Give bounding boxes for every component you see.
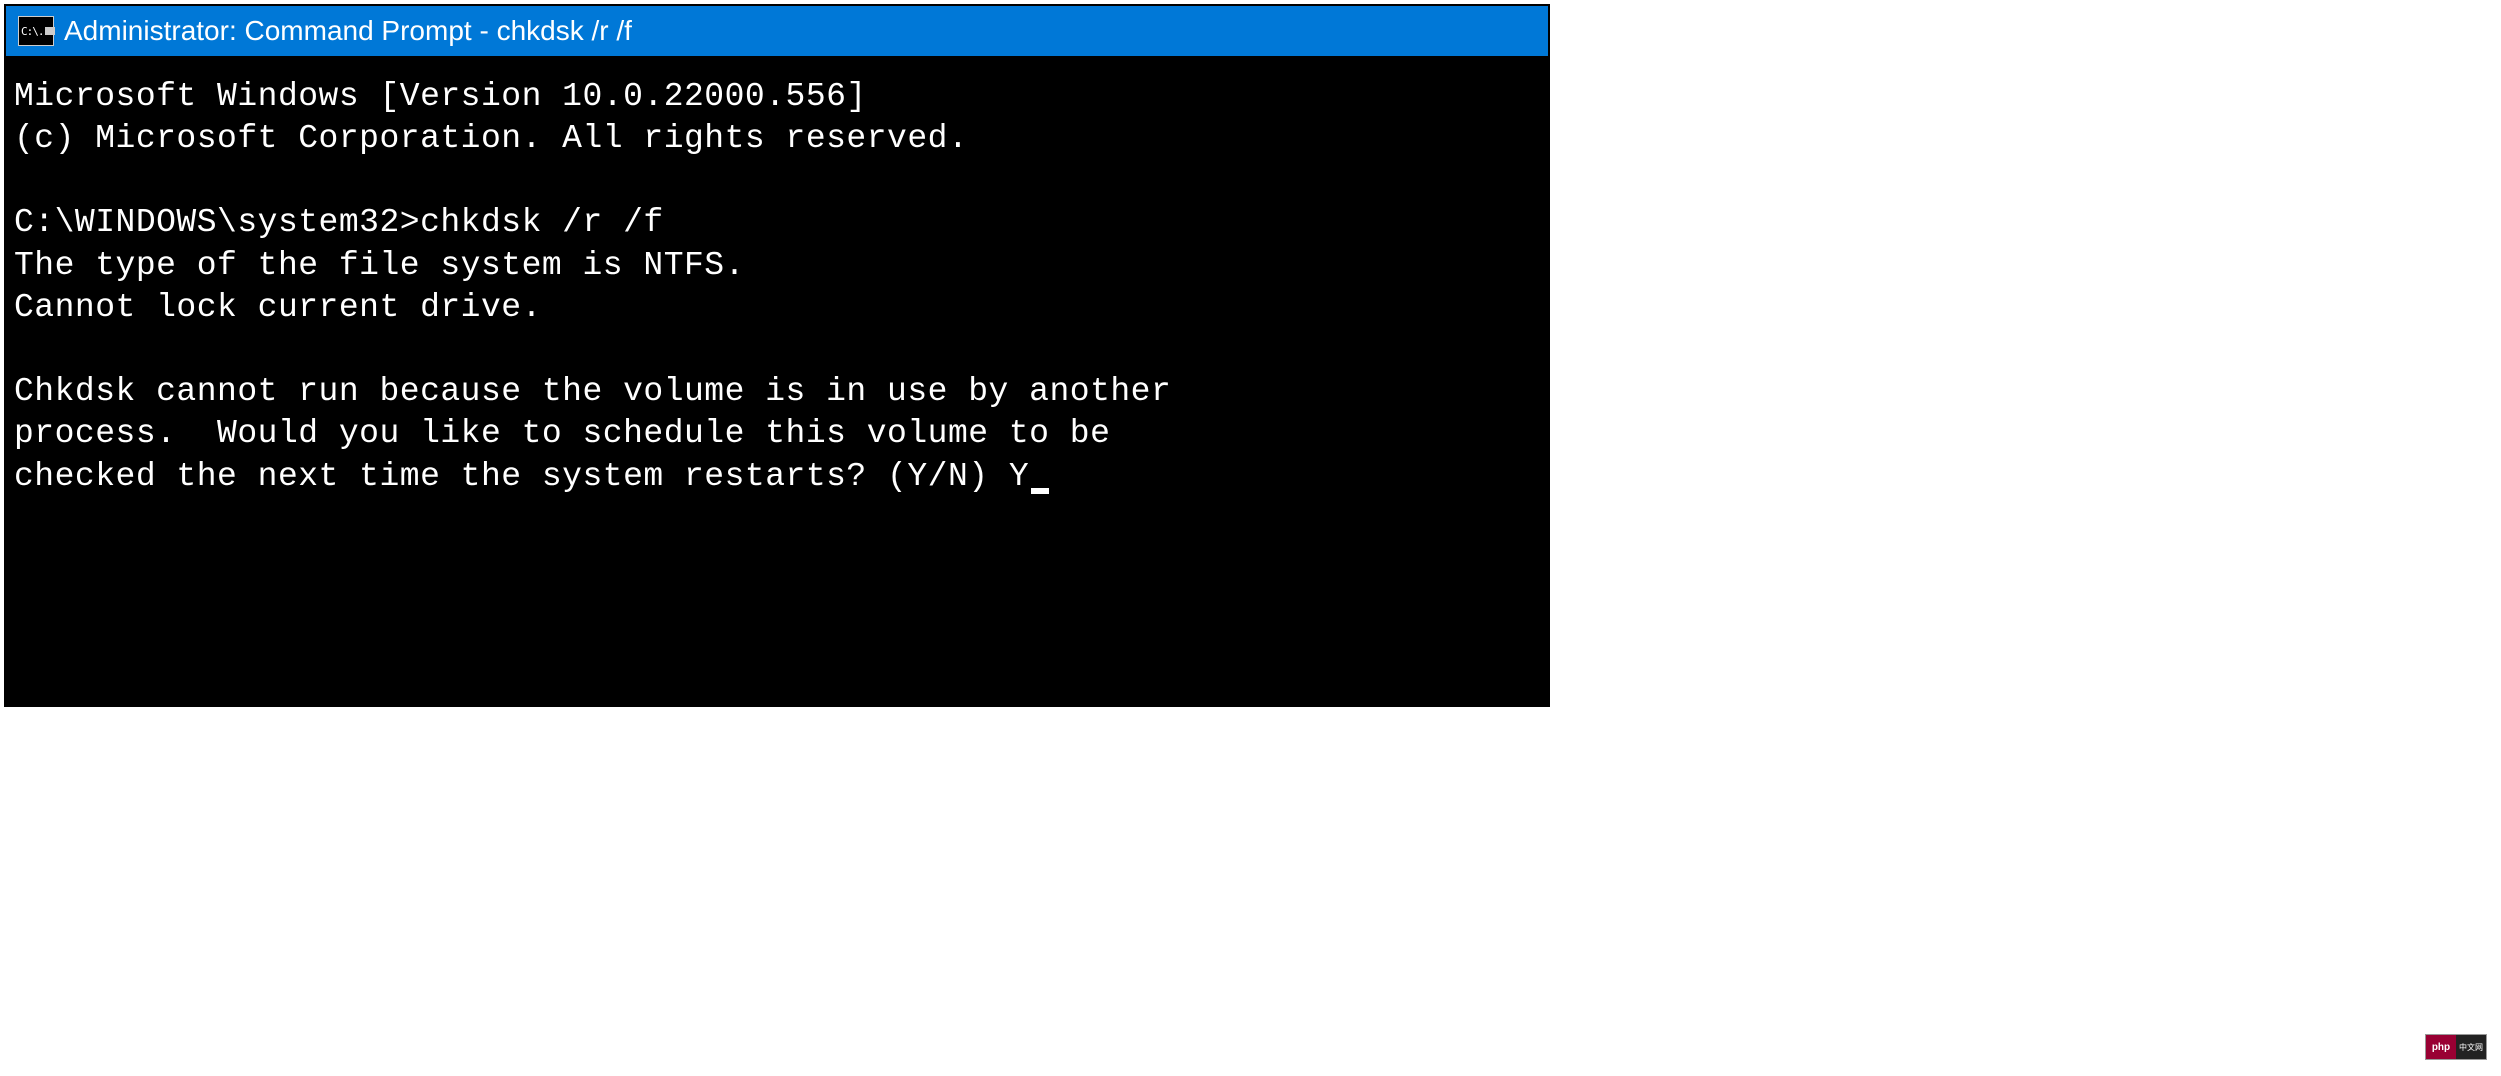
terminal-blank-line: [14, 160, 1540, 202]
command-prompt-window: C:\. Administrator: Command Prompt - chk…: [4, 4, 1550, 707]
watermark-right: 中文网: [2456, 1035, 2486, 1059]
terminal-body[interactable]: Microsoft Windows [Version 10.0.22000.55…: [6, 56, 1548, 705]
watermark-left: php: [2426, 1035, 2456, 1059]
terminal-line: (c) Microsoft Corporation. All rights re…: [14, 118, 1540, 160]
terminal-line: process. Would you like to schedule this…: [14, 413, 1540, 455]
watermark: php 中文网: [2425, 1034, 2487, 1060]
cmd-icon: C:\.: [18, 16, 54, 46]
terminal-line: Cannot lock current drive.: [14, 287, 1540, 329]
terminal-line-text: checked the next time the system restart…: [14, 458, 1029, 495]
terminal-line: Chkdsk cannot run because the volume is …: [14, 371, 1540, 413]
terminal-prompt-line: checked the next time the system restart…: [14, 456, 1540, 498]
terminal-line: Microsoft Windows [Version 10.0.22000.55…: [14, 76, 1540, 118]
cursor-icon: [1031, 488, 1049, 494]
window-title: Administrator: Command Prompt - chkdsk /…: [64, 15, 632, 47]
title-bar[interactable]: C:\. Administrator: Command Prompt - chk…: [6, 6, 1548, 56]
terminal-line: C:\WINDOWS\system32>chkdsk /r /f: [14, 202, 1540, 244]
terminal-line: The type of the file system is NTFS.: [14, 245, 1540, 287]
cmd-icon-text: C:\.: [21, 25, 55, 38]
terminal-blank-line: [14, 329, 1540, 371]
